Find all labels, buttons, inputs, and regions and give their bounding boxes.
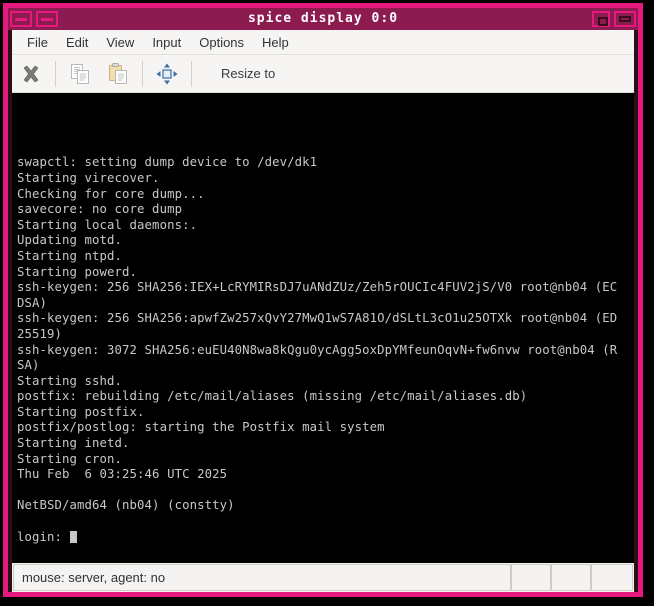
toolbar: Resize to (12, 55, 634, 93)
console-line (17, 93, 634, 109)
paste-icon (106, 62, 130, 86)
console-line: Starting local daemons:. (17, 218, 634, 234)
console-line: NetBSD/amd64 (nb04) (constty) (17, 498, 634, 514)
menu-options[interactable]: Options (190, 33, 253, 52)
paste-button[interactable] (99, 56, 137, 92)
window-border-right-shadow (634, 8, 638, 592)
console-line: ssh-keygen: 3072 SHA256:euEU40N8wa8kQgu0… (17, 343, 634, 359)
status-bar: mouse: server, agent: no (12, 563, 634, 592)
close-x-icon (20, 63, 42, 85)
toolbar-separator-2 (142, 61, 143, 87)
close-icon (619, 16, 631, 22)
console-line: ssh-keygen: 256 SHA256:apwfZw257xQvY27Mw… (17, 311, 634, 327)
console-line: ssh-keygen: 256 SHA256:IEX+LcRYMIRsDJ7uA… (17, 280, 634, 296)
console-line: swapctl: setting dump device to /dev/dk1 (17, 155, 634, 171)
copy-icon (68, 62, 92, 86)
spice-display[interactable]: swapctl: setting dump device to /dev/dk1… (12, 93, 634, 563)
console-line: 25519) (17, 327, 634, 343)
console-line: Thu Feb 6 03:25:46 UTC 2025 (17, 467, 634, 483)
window-border-bottom[interactable] (3, 592, 643, 597)
console-line (17, 124, 634, 140)
copy-button[interactable] (61, 56, 99, 92)
console-line: Starting powerd. (17, 265, 634, 281)
window-menu-button[interactable] (10, 11, 32, 27)
console-line: Starting ntpd. (17, 249, 634, 265)
console-line (17, 109, 634, 125)
status-message: mouse: server, agent: no (13, 564, 511, 591)
console-line (17, 514, 634, 530)
window-title: spice display 0:0 (8, 8, 638, 30)
menu-bar: File Edit View Input Options Help (12, 30, 634, 55)
console-line: DSA) (17, 296, 634, 312)
close-session-button[interactable] (12, 56, 50, 92)
minimize-button[interactable] (36, 11, 58, 27)
resize-to-menu[interactable]: Resize to (221, 66, 275, 81)
login-prompt: login: (17, 530, 634, 546)
toolbar-separator-3 (191, 61, 192, 87)
minimize-icon (41, 18, 53, 21)
menu-view[interactable]: View (97, 33, 143, 52)
status-cell-2 (551, 564, 591, 591)
login-prompt-text: login: (17, 530, 70, 544)
menu-edit[interactable]: Edit (57, 33, 97, 52)
menu-help[interactable]: Help (253, 33, 298, 52)
console-line: postfix/postlog: starting the Postfix ma… (17, 420, 634, 436)
close-button[interactable] (614, 11, 636, 27)
menu-file[interactable]: File (18, 33, 57, 52)
window-border-right[interactable] (638, 3, 643, 597)
resize-arrows-icon (155, 62, 179, 86)
menu-input[interactable]: Input (143, 33, 190, 52)
console-line: Starting sshd. (17, 374, 634, 390)
console-output: swapctl: setting dump device to /dev/dk1… (17, 93, 634, 563)
toolbar-separator-1 (55, 61, 56, 87)
fullscreen-button[interactable] (148, 56, 186, 92)
status-cell-1 (511, 564, 551, 591)
console-line: savecore: no core dump (17, 202, 634, 218)
console-line (17, 140, 634, 156)
client-area: File Edit View Input Options Help (12, 30, 634, 592)
console-line: Starting virecover. (17, 171, 634, 187)
console-line: Starting postfix. (17, 405, 634, 421)
console-line (17, 483, 634, 499)
status-cell-3 (591, 564, 633, 591)
text-cursor (70, 531, 77, 543)
window-frame: spice display 0:0 File Edit View Input O… (0, 0, 654, 606)
maximize-button[interactable] (592, 11, 610, 27)
window-menu-icon (15, 18, 27, 21)
console-line: Updating motd. (17, 233, 634, 249)
console-line: Checking for core dump... (17, 187, 634, 203)
maximize-icon (598, 17, 608, 26)
title-bar[interactable]: spice display 0:0 (8, 8, 638, 30)
console-line: postfix: rebuilding /etc/mail/aliases (m… (17, 389, 634, 405)
console-line: SA) (17, 358, 634, 374)
console-line: Starting cron. (17, 452, 634, 468)
console-line: Starting inetd. (17, 436, 634, 452)
